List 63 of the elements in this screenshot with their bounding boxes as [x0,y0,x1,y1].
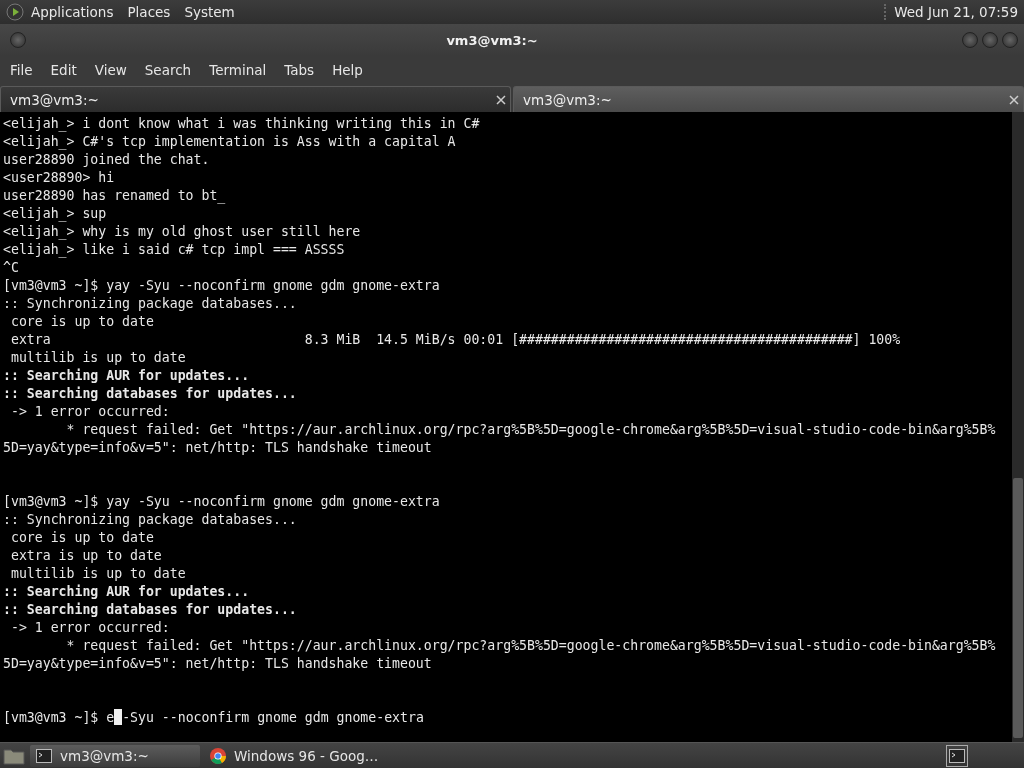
panel-menu[interactable]: Applications [24,4,121,20]
close-tab-icon[interactable] [1009,94,1019,105]
terminal-line: [vm3@vm3 ~]$ e [3,710,115,725]
scrollbar-thumb[interactable] [1013,478,1023,738]
terminal-line: 5D=yay&type=info&v=5": net/http: TLS handshake timeout [3,655,433,673]
terminal-line: <user28890> hi [3,169,116,187]
window-title: vm3@vm3:~ [445,32,539,48]
taskbar-button[interactable]: vm3@vm3:~ [30,744,200,767]
terminal-line: -> 1 error occurred: [9,619,171,637]
browser-icon [210,747,226,764]
tray-item[interactable] [946,744,968,767]
terminal-tab[interactable]: vm3@vm3:~ [0,86,511,112]
terminal-line: <elijah_> like i said c# tcp impl === ASSSS [3,241,346,259]
tab-label: vm3@vm3:~ [523,91,613,108]
terminal-icon [36,748,52,763]
terminal-line: multilib is up to date [9,565,187,583]
minimize-button[interactable] [962,32,978,48]
menu-item[interactable]: Tabs [278,62,321,78]
terminal-line: core is up to date [9,313,155,331]
terminal-line: -> 1 error occurred: [9,403,171,421]
terminal-line: ^C [3,259,20,277]
close-tab-icon[interactable] [496,94,506,105]
terminal-line: :: Searching databases for updates... [3,385,298,403]
clock[interactable]: Wed Jun 21, 07:59 [884,4,1018,20]
terminal-line: :: Synchronizing package databases... [3,511,298,529]
tab-label: vm3@vm3:~ [10,91,100,108]
terminal-line: core is up to date [9,529,155,547]
terminal-line: [vm3@vm3 ~]$ yay -Syu --noconfirm gnome gdm gnome-extra [3,493,441,511]
terminal-line: <elijah_> sup [3,205,108,223]
terminal-line: :: Searching AUR for updates... [3,367,251,385]
terminal-line: <elijah_> C#'s tcp implementation is Ass with a capital A [3,133,457,151]
terminal-line: extra 8.3 MiB 14.5 MiB/s 00:01 [##########################################] 100% [9,331,902,349]
menu-item[interactable]: Help [326,62,369,78]
terminal-line: user28890 has renamed to bt_ [3,187,227,205]
panel-menu[interactable]: System [177,4,242,20]
terminal-line: -Syu --noconfirm gnome gdm gnome-extra [122,710,424,725]
terminal-line: * request failed: Get "https://aur.archlinux.org/rpc?arg%5B%5D=google-chrome&arg%5B%5D=visual-studio-code-bin&arg%5B% [65,637,997,655]
terminal-line: 5D=yay&type=info&v=5": net/http: TLS handshake timeout [3,439,433,457]
window-menu-button[interactable] [10,32,26,48]
taskbar-button[interactable]: Windows 96 - Goog… [204,744,385,767]
menu-item[interactable]: Search [138,62,198,78]
close-button[interactable] [1002,32,1018,48]
menu-item[interactable]: File [4,62,39,78]
menu-item[interactable]: View [88,62,133,78]
terminal-line: <elijah_> why is my old ghost user still here [3,223,362,241]
terminal-tab[interactable]: vm3@vm3:~ [513,86,1024,112]
terminal-line: user28890 joined the chat. [3,151,211,169]
terminal-line: :: Synchronizing package databases... [3,295,298,313]
terminal-line: <elijah_> i dont know what i was thinking writing this in C# [3,115,481,133]
terminal-line: :: Searching databases for updates... [3,601,298,619]
terminal-line: multilib is up to date [9,349,187,367]
menu-item[interactable]: Terminal [203,62,273,78]
play-logo-icon[interactable] [6,3,24,21]
maximize-button[interactable] [982,32,998,48]
terminal-line: :: Searching AUR for updates... [3,583,251,601]
menu-item[interactable]: Edit [44,62,83,78]
terminal-icon [949,748,965,763]
terminal-line: [vm3@vm3 ~]$ yay -Syu --noconfirm gnome gdm gnome-extra [3,277,441,295]
panel-menu[interactable]: Places [120,4,178,20]
terminal-line: extra is up to date [9,547,163,565]
scrollbar[interactable] [1012,112,1024,742]
terminal-line: * request failed: Get "https://aur.archlinux.org/rpc?arg%5B%5D=google-chrome&arg%5B%5D=visual-studio-code-bin&arg%5B% [65,421,997,439]
text-cursor [114,709,123,725]
